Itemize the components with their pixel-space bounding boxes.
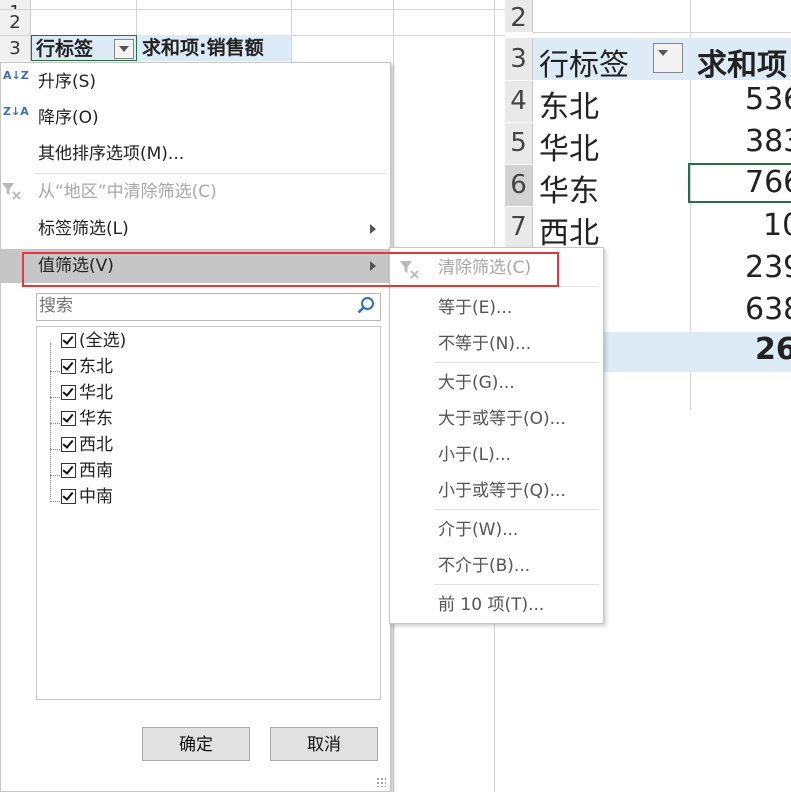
not-equals-item[interactable]: 不等于(N)...: [390, 326, 603, 362]
checkbox-checked[interactable]: [61, 437, 76, 452]
grand-total-value: 2673: [755, 332, 791, 367]
clear-filter-icon: [1, 181, 23, 201]
submenu-item-label: 小于(L)...: [438, 445, 511, 465]
sort-ascending-item[interactable]: A↓Z 升序(S): [1, 65, 390, 99]
sort-descending-icon: Z↓A: [3, 105, 29, 118]
search-box[interactable]: [36, 293, 381, 321]
row-value: 239: [745, 250, 791, 285]
row-number-1: 1: [0, 0, 31, 23]
submenu-item-label: 不等于(N)...: [438, 334, 532, 354]
sort-ascending-icon: A↓Z: [3, 69, 29, 82]
search-icon: [356, 296, 376, 316]
search-input[interactable]: [39, 296, 339, 316]
list-item-label: (全选): [79, 331, 127, 351]
clear-filter-icon: [398, 258, 422, 280]
list-item-label: 西北: [79, 435, 113, 455]
submenu-item-label: 不介于(B)...: [438, 556, 531, 576]
row-number-3: 3: [0, 36, 31, 61]
submenu-arrow-icon: [370, 224, 376, 234]
pivot-value-label: 求和项: [697, 48, 787, 83]
checkbox-checked[interactable]: [61, 385, 76, 400]
clear-filter-item: 从“地区”中清除筛选(C): [1, 175, 390, 209]
row-label: 西北: [539, 216, 599, 251]
checkbox-checked[interactable]: [61, 359, 76, 374]
checkbox-checked[interactable]: [61, 463, 76, 478]
less-or-equal-item[interactable]: 小于或等于(Q)...: [390, 473, 603, 509]
label-filter-item[interactable]: 标签筛选(L): [1, 212, 390, 246]
pivot-value-label-cell: 求和项:销售额: [137, 35, 291, 61]
row-number-6: 6: [505, 165, 533, 206]
top-10-item[interactable]: 前 10 项(T)...: [390, 587, 603, 623]
submenu-item-label: 大于(G)...: [438, 373, 515, 393]
less-than-item[interactable]: 小于(L)...: [390, 437, 603, 473]
list-item-label: 东北: [79, 357, 113, 377]
submenu-item-label: 等于(E)...: [438, 298, 513, 318]
clear-value-filter-item: 清除筛选(C): [390, 250, 603, 286]
filter-dropdown-menu: A↓Z 升序(S) Z↓A 降序(O) 其他排序选项(M)... 从“地区”中清…: [0, 62, 391, 792]
list-item-label: 中南: [79, 487, 113, 507]
value-filter-submenu: 清除筛选(C) 等于(E)... 不等于(N)... 大于(G)... 大于或等…: [389, 247, 604, 624]
submenu-item-label: 前 10 项(T)...: [438, 595, 545, 615]
selected-cell[interactable]: 766: [688, 163, 791, 203]
equals-item[interactable]: 等于(E)...: [390, 290, 603, 326]
pivot-row-label: 行标签: [36, 38, 94, 60]
menu-item-label: 降序(O): [38, 108, 99, 128]
menu-item-label: 从“地区”中清除筛选(C): [38, 182, 217, 202]
checkbox-checked[interactable]: [61, 489, 76, 504]
row-value: 10: [763, 208, 791, 243]
not-between-item[interactable]: 不介于(B)...: [390, 548, 603, 584]
filter-dropdown-button[interactable]: [653, 43, 683, 73]
list-item-label: 华东: [79, 409, 113, 429]
greater-or-equal-item[interactable]: 大于或等于(O)...: [390, 401, 603, 437]
more-sort-options-item[interactable]: 其他排序选项(M)...: [1, 137, 390, 171]
checkbox-checked[interactable]: [61, 411, 76, 426]
list-item-label: 西南: [79, 461, 113, 481]
submenu-arrow-icon: [370, 261, 376, 271]
greater-than-item[interactable]: 大于(G)...: [390, 365, 603, 401]
pivot-row-label: 行标签: [539, 48, 629, 83]
sort-descending-item[interactable]: Z↓A 降序(O): [1, 101, 390, 135]
row-number-3: 3: [505, 38, 533, 80]
menu-item-label: 其他排序选项(M)...: [38, 144, 185, 164]
menu-item-label: 标签筛选(L): [38, 219, 129, 239]
resize-grip-icon[interactable]: [376, 777, 386, 787]
submenu-item-label: 大于或等于(O)...: [438, 409, 566, 429]
submenu-item-label: 介于(W)...: [438, 520, 519, 540]
between-item[interactable]: 介于(W)...: [390, 512, 603, 548]
row-number-4: 4: [505, 81, 533, 122]
menu-item-label: 值筛选(V): [38, 256, 114, 276]
pivot-header-row: 行标签 求和项: [533, 38, 791, 83]
row-value: 766: [745, 165, 791, 200]
menu-item-label: 升序(S): [38, 72, 97, 92]
row-value: 638: [745, 292, 791, 327]
submenu-item-label: 清除筛选(C): [438, 258, 532, 278]
row-number-5: 5: [505, 123, 533, 164]
row-label: 华东: [539, 174, 599, 209]
list-item-label: 华北: [79, 383, 113, 403]
value-filter-item[interactable]: 值筛选(V): [1, 249, 390, 283]
filter-dropdown-button[interactable]: [114, 39, 134, 59]
row-value: 536: [745, 82, 791, 117]
pivot-value-label: 求和项:销售额: [142, 37, 264, 59]
row-number-2: 2: [0, 10, 31, 35]
cancel-button[interactable]: 取消: [270, 727, 378, 761]
row-label: 东北: [539, 90, 599, 125]
submenu-item-label: 小于或等于(Q)...: [438, 481, 566, 501]
ok-button[interactable]: 确定: [142, 727, 250, 761]
row-number-2: 2: [505, 0, 533, 33]
row-label: 华北: [539, 132, 599, 167]
row-number-7: 7: [505, 207, 533, 248]
checkbox-checked[interactable]: [61, 333, 76, 348]
filter-value-list: (全选) 东北 华北 华东 西北 西南 中南: [36, 326, 381, 700]
pivot-row-label-cell[interactable]: 行标签: [31, 35, 137, 61]
row-value: 383: [745, 124, 791, 159]
